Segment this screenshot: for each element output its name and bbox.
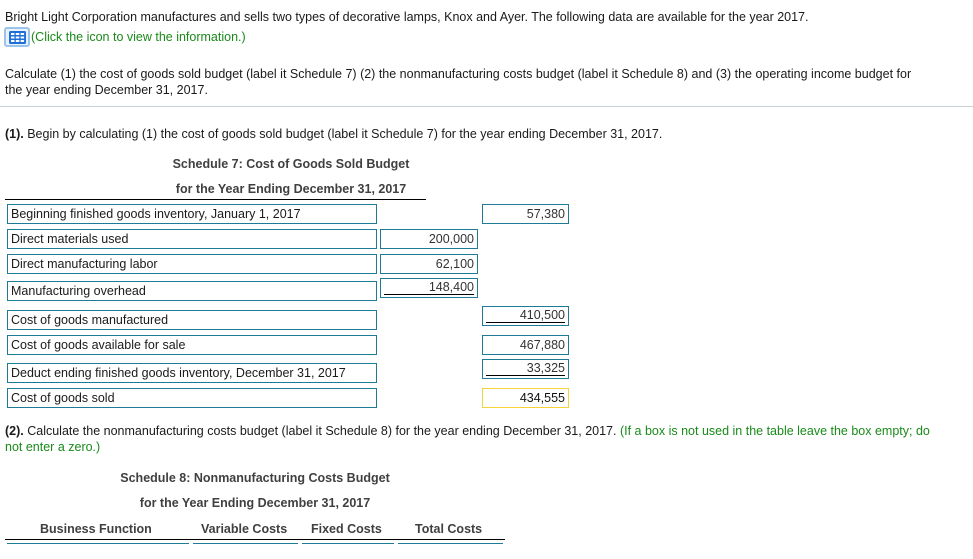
info-link[interactable]: (Click the icon to view the information.… [31,30,246,44]
col-business-function: Business Function [40,522,152,536]
ending-fg-inventory-amount[interactable]: 33,325 [482,359,569,379]
col-variable-costs: Variable Costs [201,522,288,536]
cogs-row-label[interactable]: Direct manufacturing labor [7,254,377,274]
cogs-row-label[interactable]: Deduct ending finished goods inventory, … [7,363,377,383]
part2-note: (If a box is not used in the table leave… [616,424,930,438]
schedule8-header-rule [5,539,505,540]
variable-costs-field-edge[interactable] [193,543,298,544]
cogs-row-label[interactable]: Beginning finished goods inventory, Janu… [7,204,377,224]
task-line-1: Calculate (1) the cost of goods sold bud… [5,67,912,81]
col-total-costs: Total Costs [415,522,483,536]
ending-fg-inventory-value: 33,325 [526,361,565,375]
part2-prefix: (2). [5,424,24,438]
goods-available-amount[interactable]: 467,880 [482,335,569,355]
subtotal-underline [486,322,565,323]
beginning-fg-inventory-amount[interactable]: 57,380 [482,204,569,224]
part2-instruction-text: Calculate the nonmanufacturing costs bud… [23,424,617,438]
cost-of-goods-manufactured-value: 410,500 [519,308,565,322]
cogs-row-label[interactable]: Manufacturing overhead [7,281,377,301]
intro-text: Bright Light Corporation manufactures an… [5,10,809,24]
info-table-button[interactable] [4,27,30,47]
cogs-row-label[interactable]: Cost of goods available for sale [7,335,377,355]
direct-materials-amount[interactable]: 200,000 [380,229,478,249]
task-line-2: the year ending December 31, 2017. [5,83,208,97]
section-divider [0,106,973,107]
part1-instruction: (1). Begin by calculating (1) the cost o… [5,127,662,141]
schedule8-title: Schedule 8: Nonmanufacturing Costs Budge… [120,471,390,485]
manufacturing-overhead-value: 148,400 [428,280,474,294]
cogs-row-label[interactable]: Direct materials used [7,229,377,249]
manufacturing-overhead-amount[interactable]: 148,400 [380,278,478,298]
schedule7-subtitle: for the Year Ending December 31, 2017 [175,182,407,196]
subtotal-underline [384,294,474,295]
subtotal-underline [486,375,565,376]
cost-of-goods-sold-amount[interactable]: 434,555 [482,388,569,408]
part2-note-continued: not enter a zero.) [5,440,101,454]
cogs-row-label[interactable]: Cost of goods manufactured [7,310,377,330]
col-fixed-costs: Fixed Costs [311,522,382,536]
schedule8-subtitle: for the Year Ending December 31, 2017 [139,496,371,510]
fixed-costs-field-edge[interactable] [302,543,394,544]
schedule7-title: Schedule 7: Cost of Goods Sold Budget [172,157,410,171]
business-function-field-edge[interactable] [7,543,189,544]
schedule7-header-rule [5,199,426,200]
table-grid-icon [9,31,26,44]
part1-prefix: (1). [5,127,24,141]
part1-instruction-text: Begin by calculating (1) the cost of goo… [23,127,663,141]
direct-labor-amount[interactable]: 62,100 [380,254,478,274]
cogs-row-label[interactable]: Cost of goods sold [7,388,377,408]
total-costs-field-edge[interactable] [398,543,503,544]
part2-instruction: (2). Calculate the nonmanufacturing cost… [5,424,930,438]
cost-of-goods-manufactured-amount[interactable]: 410,500 [482,306,569,326]
